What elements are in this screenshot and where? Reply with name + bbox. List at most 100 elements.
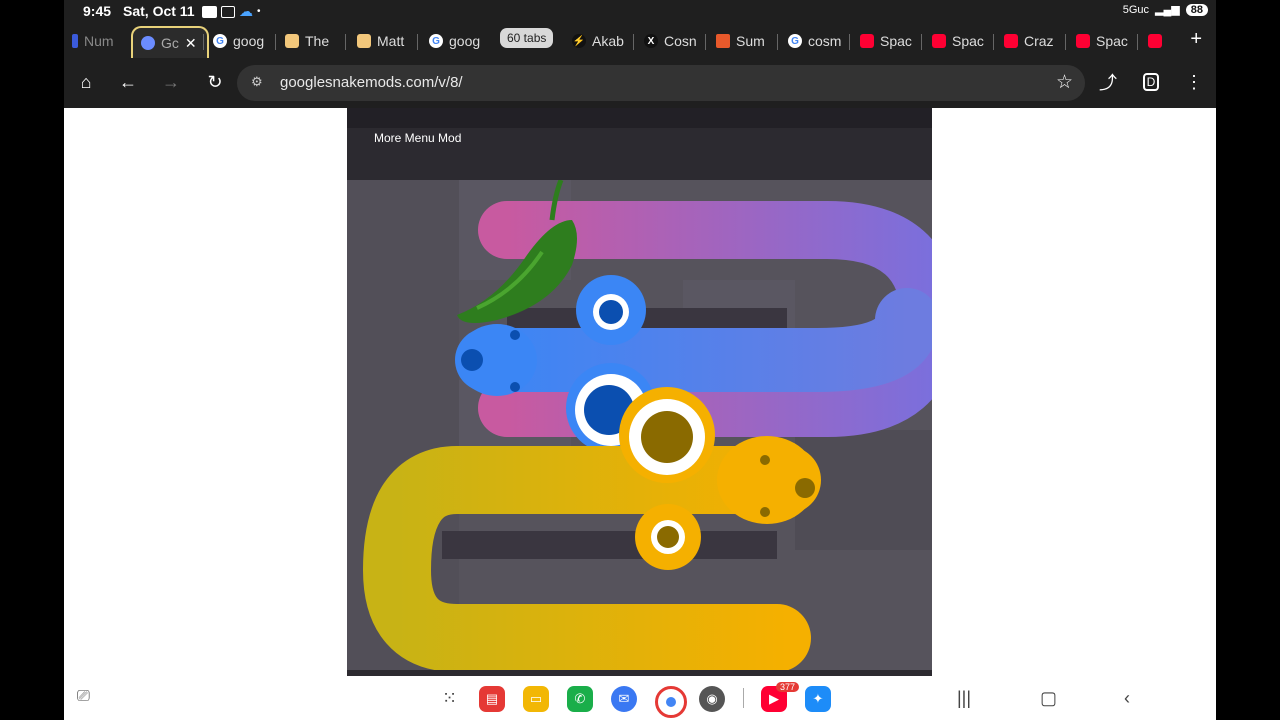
- tab-favicon-icon: ⚡: [572, 34, 586, 48]
- status-time: 9:45: [83, 3, 112, 19]
- tab-10[interactable]: Spac: [860, 26, 916, 56]
- tab-separator: [1065, 34, 1066, 50]
- more-vert-icon[interactable]: ⋮: [1182, 70, 1206, 94]
- tab-1-active[interactable]: Gc ✕: [131, 26, 209, 58]
- tab-8[interactable]: Sum: [716, 26, 772, 56]
- tab-label: Matt: [377, 33, 405, 49]
- chrome-app-icon[interactable]: [655, 686, 687, 718]
- tab-separator: [345, 34, 346, 50]
- tab-3[interactable]: The: [285, 26, 337, 56]
- blue-snake-spot: [510, 382, 520, 392]
- youtube-favicon-icon: [932, 34, 946, 48]
- yellow-eye-pupil: [641, 411, 693, 463]
- account-icon[interactable]: D: [1139, 70, 1163, 94]
- home-nav-icon[interactable]: ▢: [1040, 688, 1057, 709]
- youtube-favicon-icon: [1004, 34, 1018, 48]
- google-favicon-icon: G: [429, 34, 443, 48]
- back-arrow-icon[interactable]: ←: [116, 70, 140, 94]
- tab-favicon-icon: [716, 34, 730, 48]
- google-favicon-icon: G: [788, 34, 802, 48]
- url-text[interactable]: googlesnakemods.com/v/8/: [280, 74, 463, 91]
- tab-separator: [993, 34, 994, 50]
- tab-separator: [1137, 34, 1138, 50]
- notes-app-icon[interactable]: ▤: [479, 686, 505, 712]
- tab-separator: [777, 34, 778, 50]
- yellow-snake-spot: [760, 455, 770, 465]
- blue-snake-spot: [510, 330, 520, 340]
- tab-favicon-icon: [72, 34, 78, 48]
- signal-icon: ▂▄▆: [1155, 4, 1180, 16]
- tab-separator: [633, 34, 634, 50]
- star-icon[interactable]: ☆: [1056, 71, 1073, 94]
- yellow-eye-pupil: [657, 526, 679, 548]
- tab-6[interactable]: ⚡ Akab: [572, 26, 628, 56]
- blue-eye-pupil: [599, 300, 623, 324]
- network-label: 5Guc: [1122, 3, 1150, 16]
- recent-screen-icon[interactable]: ⎚: [77, 688, 90, 706]
- tab-separator: [275, 34, 276, 50]
- youtube-badge: 377: [776, 682, 800, 692]
- close-tab-icon[interactable]: ✕: [185, 35, 197, 52]
- tab-separator: [417, 34, 418, 50]
- home-icon[interactable]: ⌂: [74, 70, 98, 94]
- tab-label: Cosn: [664, 33, 697, 49]
- tab-label: Spac: [1096, 33, 1128, 49]
- tab-count-badge[interactable]: 60 tabs: [500, 28, 554, 48]
- notification-icons: ☁ •: [202, 3, 261, 20]
- tab-4[interactable]: Matt: [357, 26, 409, 56]
- tab-13[interactable]: Spac: [1076, 26, 1132, 56]
- reload-icon[interactable]: ↻: [203, 70, 227, 94]
- tab-label: goog: [233, 33, 265, 49]
- tab-11[interactable]: Spac: [932, 26, 988, 56]
- tab-label: Gc: [161, 35, 179, 51]
- tab-12[interactable]: Craz: [1004, 26, 1060, 56]
- messages-app-icon[interactable]: ✉: [611, 686, 637, 712]
- battery-icon: 88: [1185, 3, 1208, 16]
- site-settings-icon[interactable]: ⚙: [251, 74, 269, 92]
- tab-label: The: [305, 33, 330, 49]
- tab-favicon-icon: [285, 34, 299, 48]
- browser-toolbar: ⌂ ← → ↻ ⚙ googlesnakemods.com/v/8/ ☆ ⤴ D…: [64, 58, 1216, 108]
- tab-favicon-icon: [141, 36, 155, 50]
- camera-app-icon[interactable]: ◉: [699, 686, 725, 712]
- tab-favicon-icon: [357, 34, 371, 48]
- address-bar[interactable]: ⚙ googlesnakemods.com/v/8/ ☆: [237, 65, 1085, 101]
- tab-separator: [203, 34, 204, 50]
- share-icon[interactable]: ⤴: [1096, 70, 1120, 94]
- game-container: More Menu Mod: [347, 108, 932, 678]
- recents-nav-icon[interactable]: |||: [957, 688, 971, 709]
- tab-0[interactable]: Num: [72, 26, 122, 56]
- tab-2[interactable]: G goog: [213, 26, 269, 56]
- phone-app-icon[interactable]: ✆: [567, 686, 593, 712]
- screen-record-icon: [221, 5, 235, 18]
- forward-arrow-icon[interactable]: →: [159, 70, 183, 94]
- game-board[interactable]: [347, 180, 932, 670]
- game-board-graphic: [347, 180, 932, 670]
- yellow-snake-spot: [760, 507, 770, 517]
- x-favicon-icon: X: [644, 34, 658, 48]
- blue-snake-nostril: [461, 349, 483, 371]
- tab-label: Sum: [736, 33, 765, 49]
- bluesky-app-icon[interactable]: ✦: [805, 686, 831, 712]
- tab-14-partial[interactable]: [1148, 26, 1178, 56]
- game-top-strip: [347, 108, 932, 128]
- tab-separator: [921, 34, 922, 50]
- tab-label: cosm: [808, 33, 842, 49]
- files-app-icon[interactable]: ▭: [523, 686, 549, 712]
- bottom-nav-bar: ⎚ ⁙ ▤ ▭ ✆ ✉ ◉ ▶ 377 ✦ ||| ▢ ‹: [64, 676, 1216, 720]
- app-drawer-icon[interactable]: ⁙: [442, 688, 457, 709]
- tab-7[interactable]: X Cosn: [644, 26, 700, 56]
- tab-strip: Num Gc ✕ G goog The Matt G goog 60 tabs …: [64, 22, 1216, 58]
- yellow-snake-nostril: [795, 478, 815, 498]
- dock-divider: [743, 688, 744, 708]
- dot-icon: •: [257, 6, 261, 17]
- tab-9[interactable]: G cosm: [788, 26, 844, 56]
- more-menu-mod-label[interactable]: More Menu Mod: [374, 131, 461, 145]
- back-nav-icon[interactable]: ‹: [1124, 688, 1130, 709]
- tab-separator: [849, 34, 850, 50]
- tab-5[interactable]: G goog: [429, 26, 487, 56]
- tab-label: Spac: [952, 33, 984, 49]
- tab-label: Num: [84, 33, 114, 49]
- youtube-favicon-icon: [860, 34, 874, 48]
- new-tab-icon[interactable]: +: [1190, 28, 1202, 51]
